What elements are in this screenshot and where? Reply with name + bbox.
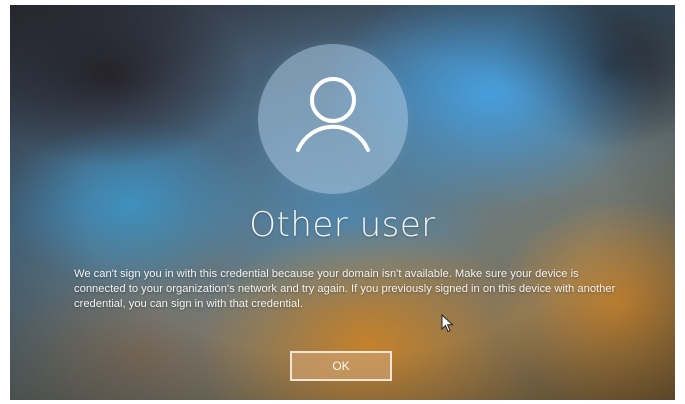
user-silhouette-icon (296, 77, 370, 152)
mouse-pointer-icon (441, 314, 454, 333)
lock-screen: Other user We can't sign you in with thi… (10, 5, 675, 400)
photo-frame: Other user We can't sign you in with thi… (0, 0, 685, 404)
error-message: We can't sign you in with this credentia… (74, 268, 616, 310)
ok-button[interactable]: OK (290, 351, 392, 381)
user-avatar (258, 44, 408, 194)
username-title: Other user (249, 205, 436, 245)
